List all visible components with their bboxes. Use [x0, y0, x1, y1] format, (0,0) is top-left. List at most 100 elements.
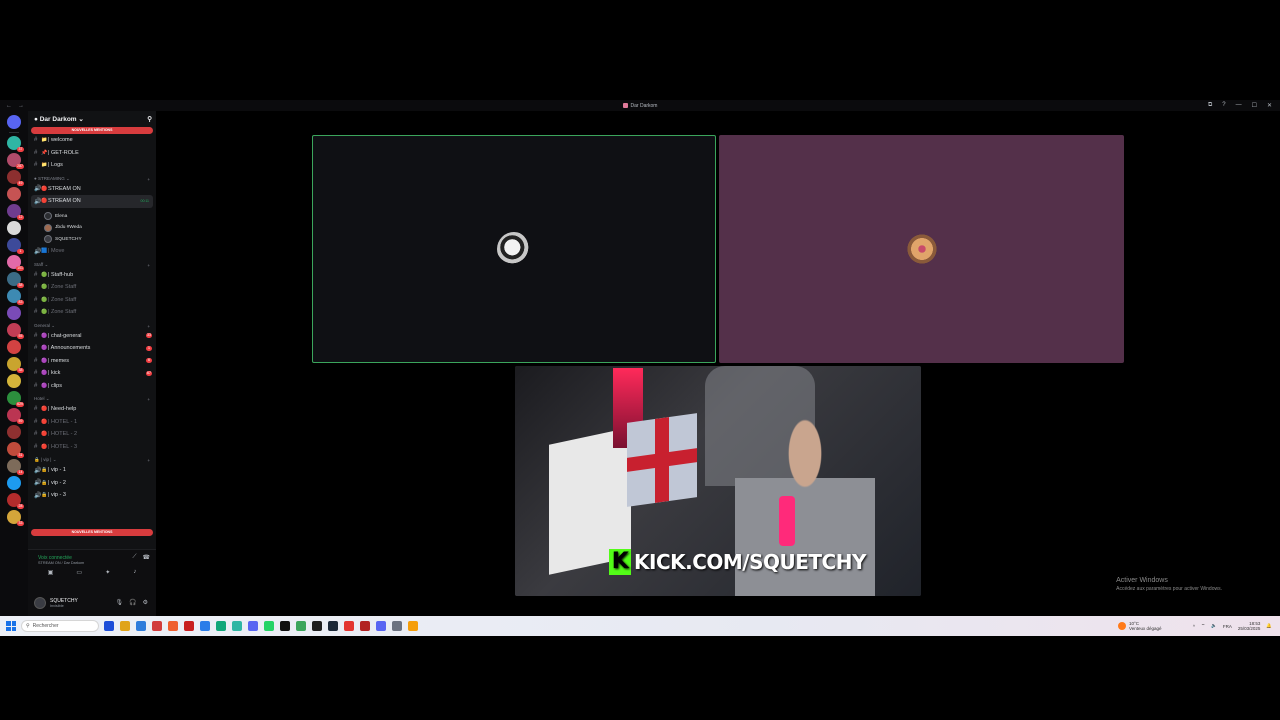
- taskbar-app-icon[interactable]: [392, 621, 402, 631]
- guild-header[interactable]: ● Dar Darkom ⌄ ⚲: [28, 111, 156, 127]
- category-hotel[interactable]: Hotel ⌄ +: [28, 392, 156, 403]
- channel-item[interactable]: # 🟣 | chat-general 33: [28, 330, 156, 343]
- voice-user[interactable]: Elena: [28, 211, 156, 223]
- taskbar-app-icon[interactable]: [360, 621, 370, 631]
- server-icon[interactable]: [7, 476, 21, 490]
- taskbar-app-icon[interactable]: [232, 621, 242, 631]
- server-icon[interactable]: 49: [7, 170, 24, 186]
- channel-item[interactable]: # 🟢 | Zone Staff: [28, 306, 156, 319]
- volume-icon[interactable]: 🔈: [1211, 623, 1217, 629]
- taskbar-app-icon[interactable]: [344, 621, 354, 631]
- microphone-icon[interactable]: 🎙: [116, 599, 124, 606]
- server-icon[interactable]: [7, 221, 21, 235]
- voice-user[interactable]: Jbdu #Weda: [28, 222, 156, 234]
- channel-item[interactable]: 🔊 🔴 STREAM ON 00:11: [31, 195, 153, 208]
- server-icon[interactable]: 38: [7, 357, 24, 373]
- taskbar-app-icon[interactable]: [408, 621, 418, 631]
- server-icon[interactable]: 83: [7, 289, 24, 305]
- taskbar-app-icon[interactable]: [264, 621, 274, 631]
- avatar[interactable]: [34, 596, 46, 609]
- server-icon[interactable]: 37: [7, 136, 24, 152]
- server-icon[interactable]: 629: [7, 391, 24, 407]
- category-general[interactable]: General ⌄ +: [28, 319, 156, 330]
- server-icon[interactable]: 1: [7, 238, 24, 254]
- server-icon[interactable]: 59: [7, 408, 24, 424]
- taskbar-app-icon[interactable]: [104, 621, 114, 631]
- participant-tile-1[interactable]: [312, 135, 716, 363]
- channel-item[interactable]: # 🔴 | Need-help: [28, 403, 156, 416]
- channel-move[interactable]: 🔊 🟦 | Move: [28, 245, 156, 258]
- screen-share-button[interactable]: ▭: [76, 569, 82, 576]
- disconnect-icon[interactable]: ☎: [143, 554, 150, 561]
- new-mentions-bar-bottom[interactable]: NOUVELLES MENTIONS: [31, 529, 153, 536]
- taskbar-app-icon[interactable]: [376, 621, 386, 631]
- network-icon[interactable]: ⌔: [1201, 623, 1205, 629]
- server-icon[interactable]: 28: [7, 493, 24, 509]
- soundboard-button[interactable]: ♪: [133, 569, 136, 576]
- language-indicator[interactable]: FRA: [1223, 624, 1232, 629]
- channel-item[interactable]: # 🔴 | HOTEL - 3: [28, 441, 156, 454]
- taskbar-search[interactable]: ⚲ Rechercher: [21, 620, 99, 632]
- taskbar-app-icon[interactable]: [168, 621, 178, 631]
- server-icon[interactable]: 33: [7, 510, 24, 526]
- forward-arrow-icon[interactable]: →: [18, 103, 24, 109]
- signal-icon[interactable]: ⟋: [132, 554, 136, 561]
- server-icon[interactable]: [7, 187, 21, 201]
- channel-item[interactable]: # 🔴 | HOTEL - 2: [28, 428, 156, 441]
- minimize-button[interactable]: —: [1236, 102, 1242, 109]
- tray-chevron-icon[interactable]: ^: [1193, 624, 1195, 629]
- channel-item[interactable]: # 🟣 | Announcements 1: [28, 342, 156, 355]
- taskbar-app-icon[interactable]: [120, 621, 130, 631]
- camera-button[interactable]: ▣: [48, 569, 54, 576]
- channel-item[interactable]: # 🟣 | memes 6: [28, 355, 156, 368]
- taskbar-app-icon[interactable]: [200, 621, 210, 631]
- taskbar-app-icon[interactable]: [328, 621, 338, 631]
- taskbar-app-icon[interactable]: [248, 621, 258, 631]
- channel-item[interactable]: # 🔴 | HOTEL - 1: [28, 416, 156, 429]
- channel-item[interactable]: # 🟢 | Zone Staff: [28, 281, 156, 294]
- activities-button[interactable]: ✦: [105, 569, 110, 576]
- server-icon[interactable]: [7, 115, 21, 129]
- taskbar-app-icon[interactable]: [136, 621, 146, 631]
- server-icon[interactable]: 31: [7, 442, 24, 458]
- voice-user[interactable]: SQUETCHY: [28, 234, 156, 246]
- server-icon[interactable]: [7, 374, 21, 388]
- user-info[interactable]: SQUETCHY Invisible: [50, 598, 78, 608]
- channel-item[interactable]: # 📁 | Logs: [28, 159, 156, 172]
- headphones-icon[interactable]: 🎧: [129, 599, 136, 606]
- inbox-icon[interactable]: ⧉: [1208, 102, 1212, 109]
- category-vip[interactable]: 🔒 | vip | ⌄ +: [28, 453, 156, 464]
- server-icon[interactable]: 14: [7, 459, 24, 475]
- server-icon[interactable]: 12: [7, 204, 24, 220]
- new-mentions-bar[interactable]: NOUVELLES MENTIONS: [31, 127, 153, 134]
- start-button[interactable]: [6, 621, 16, 631]
- server-icon[interactable]: [7, 340, 21, 354]
- weather-widget[interactable]: 10°C Venteux dégagé: [1118, 621, 1162, 631]
- channel-item[interactable]: # 🟢 | Zone Staff: [28, 294, 156, 307]
- channel-item[interactable]: 🔊 🔒 | vip - 2: [28, 477, 156, 490]
- maximize-button[interactable]: ☐: [1252, 102, 1257, 109]
- channel-item[interactable]: # 🟣 | kick 67: [28, 367, 156, 380]
- category-staff[interactable]: Staff ⌄ +: [28, 258, 156, 269]
- webcam-stream-tile[interactable]: K KICK.COM/SQUETCHY: [515, 366, 921, 596]
- server-icon[interactable]: 55: [7, 323, 24, 339]
- taskbar-app-icon[interactable]: [312, 621, 322, 631]
- taskbar-app-icon[interactable]: [280, 621, 290, 631]
- taskbar-app-icon[interactable]: [296, 621, 306, 631]
- channel-item[interactable]: # 📌 | GET-ROLE: [28, 147, 156, 160]
- channel-item[interactable]: 🔊 🔴 STREAM ON: [28, 183, 156, 196]
- help-icon[interactable]: ?: [1222, 102, 1225, 109]
- taskbar-app-icon[interactable]: [152, 621, 162, 631]
- category-streaming[interactable]: ● STREAMING ⌄ +: [28, 172, 156, 183]
- add-member-icon[interactable]: ⚲: [147, 115, 152, 123]
- server-icon[interactable]: 101: [7, 255, 24, 271]
- clock[interactable]: 18:53 25/03/2025: [1238, 621, 1261, 631]
- close-button[interactable]: ✕: [1267, 102, 1272, 109]
- back-arrow-icon[interactable]: ←: [6, 103, 12, 109]
- channel-item[interactable]: # 🟢 | Staff-hub: [28, 269, 156, 282]
- channel-item[interactable]: # 🟣 | clips: [28, 380, 156, 393]
- server-icon[interactable]: [7, 306, 21, 320]
- channel-item[interactable]: 🔊 🔒 | vip - 1: [28, 464, 156, 477]
- settings-gear-icon[interactable]: ⚙: [143, 599, 148, 606]
- channel-item[interactable]: 🔊 🔒 | vip - 3: [28, 489, 156, 502]
